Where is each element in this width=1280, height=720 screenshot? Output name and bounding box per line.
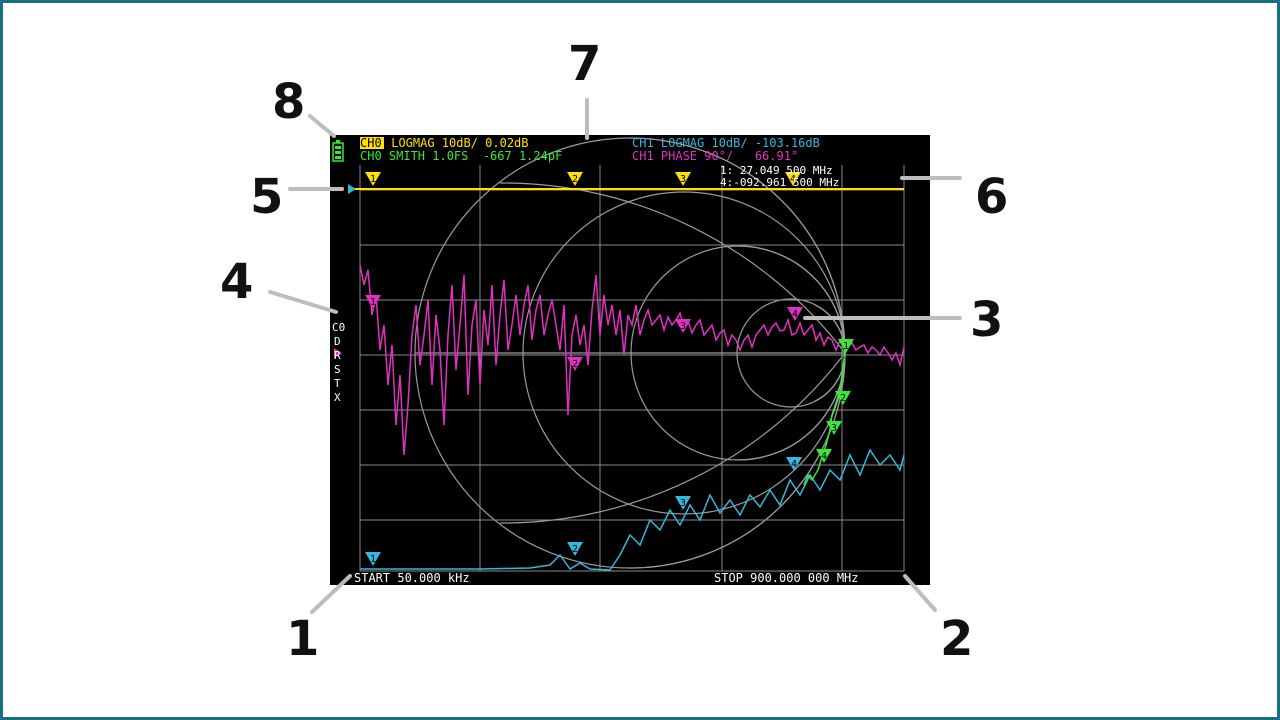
callout-8: 8: [272, 74, 306, 130]
ch1-phase-trace: [359, 264, 905, 456]
ch0-smith-markers: 1 2 3 4: [816, 339, 854, 463]
ch0-tag: CH0: [360, 136, 382, 150]
cyan-marker-label: 1: [370, 554, 376, 565]
ref-arrow-ch0-icon: [348, 184, 356, 194]
stop-frequency: STOP 900.000 000 MHz: [714, 571, 859, 585]
green-marker-label: 2: [840, 393, 846, 404]
cal-status-r: R: [334, 349, 341, 362]
ch1-logmag-label: CH1 LOGMAG 10dB/ -103.16dB: [632, 136, 820, 150]
callout-1: 1: [286, 611, 320, 667]
callout-3: 3: [970, 292, 1004, 348]
ch1-logmag-markers: 1 2 3 4: [365, 457, 802, 566]
yellow-marker-label: 3: [680, 174, 686, 185]
green-marker-label: 1: [843, 341, 849, 352]
cal-status-x: X: [334, 391, 341, 404]
cal-status-s: S: [334, 363, 341, 376]
callout-2: 2: [940, 611, 974, 667]
cyan-marker-label: 2: [572, 544, 578, 555]
yellow-marker-label: 2: [572, 174, 578, 185]
ch0-logmag-label: LOGMAG 10dB/ 0.02dB: [384, 136, 529, 150]
yellow-marker-label: 1: [370, 174, 376, 185]
device-screen: 1 2 3 4 1 2 3 4 1 2 3 4 1 2 3 4 CH0 LOGM…: [330, 135, 930, 585]
cal-status-d: D: [334, 335, 341, 348]
cal-status-t: T: [334, 377, 341, 390]
cyan-marker-label: 4: [791, 459, 797, 470]
vna-display: 1 2 3 4 1 2 3 4 1 2 3 4 1 2 3 4 CH0 LOGM…: [332, 136, 905, 585]
callout-7: 7: [568, 36, 602, 92]
green-marker-label: 4: [821, 451, 827, 462]
battery-icon: [332, 140, 344, 162]
ch0-smith-label: CH0 SMITH 1.0FS -667 1.24pF: [360, 149, 562, 163]
cal-status-c0: C0: [332, 321, 345, 334]
ch1-logmag-trace: [360, 448, 905, 571]
green-marker-label: 3: [831, 423, 837, 434]
callout-4: 4: [220, 254, 254, 310]
magenta-marker-label: 2: [572, 359, 578, 370]
magenta-marker-label: 4: [792, 309, 798, 320]
magenta-marker-label: 3: [680, 321, 686, 332]
ch1-phase-label: CH1 PHASE 90°/ 66.91°: [632, 149, 798, 163]
magenta-marker-label: 1: [370, 297, 376, 308]
callout-5: 5: [250, 169, 284, 225]
calibration-status: C0 D R S T X: [332, 321, 345, 404]
marker-freq-line-2: 4:-092.961 500 MHz: [720, 176, 839, 189]
cyan-marker-label: 3: [680, 498, 686, 509]
start-frequency: START 50.000 kHz: [354, 571, 470, 585]
callout-6: 6: [975, 169, 1009, 225]
